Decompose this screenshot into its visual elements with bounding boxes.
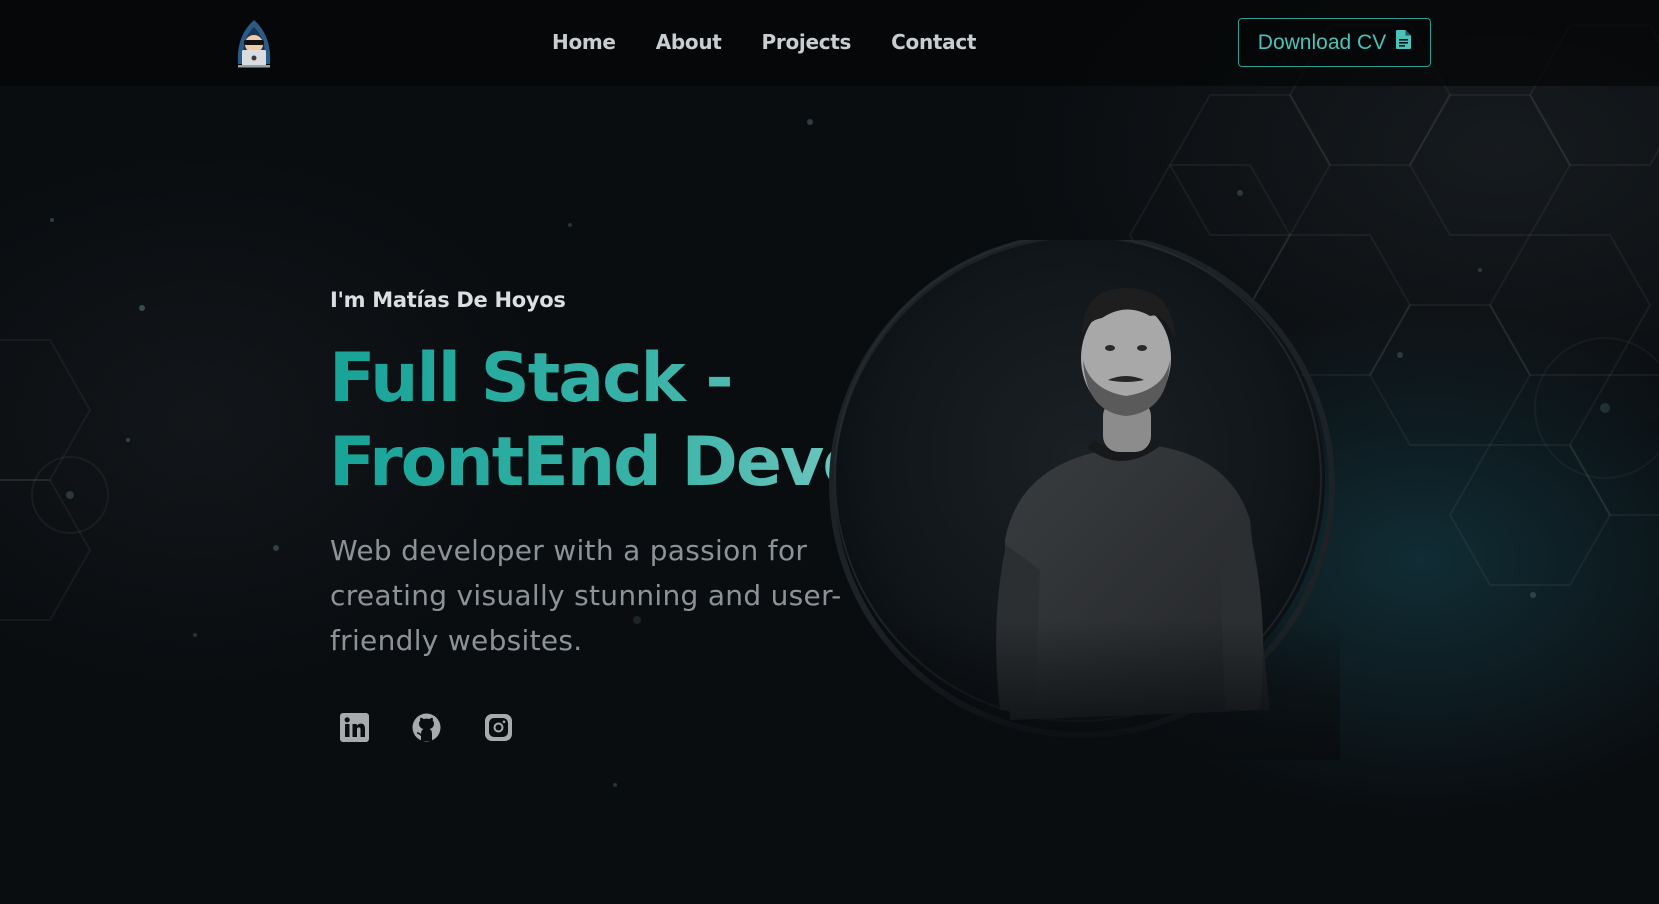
nav-link-contact[interactable]: Contact (891, 30, 976, 54)
file-document-icon (1396, 30, 1412, 55)
profile-photo (820, 240, 1340, 760)
top-navigation-bar: Home About Projects Contact Download CV (0, 0, 1659, 86)
hero-description: Web developer with a passion for creatin… (330, 534, 842, 657)
github-icon[interactable] (412, 713, 441, 742)
nav-link-about[interactable]: About (656, 30, 722, 54)
intro-name-text: I'm Matías De Hoyos (330, 288, 566, 312)
nav-link-home[interactable]: Home (552, 30, 616, 54)
hooded-hacker-logo-icon[interactable] (230, 16, 278, 68)
download-cv-button[interactable]: Download CV (1238, 18, 1431, 67)
main-menu: Home About Projects Contact (552, 30, 1016, 54)
social-links (340, 713, 513, 742)
download-cv-label: Download CV (1257, 30, 1387, 54)
nav-link-projects[interactable]: Projects (762, 30, 852, 54)
instagram-icon[interactable] (484, 713, 513, 742)
linkedin-icon[interactable] (340, 713, 369, 742)
